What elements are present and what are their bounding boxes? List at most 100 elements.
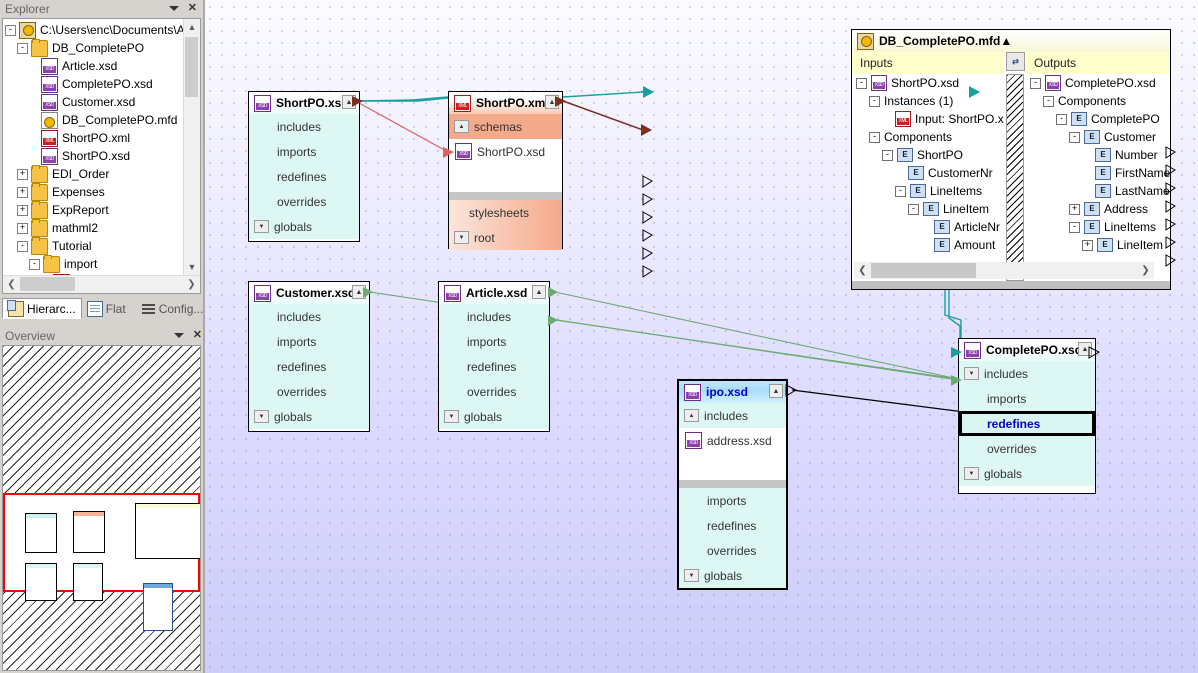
scrollbar-track[interactable] xyxy=(20,276,183,293)
mfd-tree-item[interactable]: - ShortPO.xsd xyxy=(852,74,1004,92)
row-root[interactable]: ▼ root xyxy=(449,225,562,250)
tree-expander[interactable]: - xyxy=(17,42,28,54)
row-redefines-drop-target[interactable]: redefines xyxy=(959,411,1095,436)
overview-panel[interactable] xyxy=(2,345,201,671)
tree-item[interactable]: - Tutorial xyxy=(5,236,184,255)
tree-expander[interactable]: - xyxy=(869,131,880,143)
mfd-tree-item[interactable]: E Amount xyxy=(852,236,1004,254)
expander-down-icon[interactable]: ▼ xyxy=(964,367,979,380)
tree-expander[interactable]: - xyxy=(5,24,16,36)
mfd-tree-item[interactable]: - Components xyxy=(852,128,1004,146)
mfd-tree-item[interactable]: + E LineItem xyxy=(1026,236,1170,254)
mfd-tree-item[interactable]: - E CompletePO xyxy=(1026,110,1170,128)
expander-down-icon[interactable]: ▼ xyxy=(684,569,699,582)
scrollbar-thumb[interactable] xyxy=(185,37,198,97)
tree-item[interactable]: - C:\Users\enc\Documents\Alto xyxy=(5,21,184,39)
mfd-tree-item[interactable]: + E Address xyxy=(1026,200,1170,218)
expander-down-icon[interactable]: ▼ xyxy=(444,410,459,423)
scrollbar-track[interactable] xyxy=(871,262,1137,279)
tree-expander[interactable]: + xyxy=(1069,203,1080,215)
mfd-tree-item[interactable]: E ArticleNr xyxy=(852,218,1004,236)
row-redefines[interactable]: redefines xyxy=(679,513,786,538)
explorer-vertical-scrollbar[interactable]: ▲ ▼ xyxy=(183,19,200,275)
expander-down-icon[interactable]: ▼ xyxy=(964,467,979,480)
component-customer-xsd[interactable]: Customer.xsd ▲ includes imports redefine… xyxy=(248,281,370,432)
tree-expander[interactable]: - xyxy=(869,95,880,107)
expander-up-icon[interactable]: ▲ xyxy=(684,409,699,422)
collapse-up-icon[interactable]: ▲ xyxy=(1078,342,1092,356)
tree-item[interactable]: - import xyxy=(5,254,184,273)
mfd-tree-item[interactable]: - E ShortPO xyxy=(852,146,1004,164)
row-overrides[interactable]: overrides xyxy=(679,538,786,563)
tree-expander[interactable]: - xyxy=(29,258,40,270)
expander-up-icon[interactable]: ▲ xyxy=(454,120,469,133)
row-includes[interactable]: includes xyxy=(249,114,359,139)
overview-viewport-rect[interactable] xyxy=(3,493,200,631)
row-imports[interactable]: imports xyxy=(959,386,1095,411)
chevron-left-icon[interactable]: ❮ xyxy=(3,279,20,290)
row-schema-child[interactable]: ShortPO.xsd xyxy=(449,139,562,164)
explorer-tabs[interactable]: Hierarc... Flat Config... xyxy=(2,297,203,319)
close-icon[interactable]: ✕ xyxy=(188,3,197,14)
expander-down-icon[interactable]: ▼ xyxy=(254,220,269,233)
tree-expander[interactable]: - xyxy=(17,240,28,252)
component-completepo-xsd[interactable]: CompletePO.xsd ▲ ▼ includes imports rede… xyxy=(958,338,1096,494)
mfd-tree-item[interactable]: - E LineItem xyxy=(852,200,1004,218)
tree-item[interactable]: + EDI_Order xyxy=(5,164,184,183)
mfd-horizontal-scrollbar[interactable]: ❮ ❯ xyxy=(854,262,1154,279)
scrollbar-thumb[interactable] xyxy=(20,277,75,291)
row-includes[interactable]: includes xyxy=(249,304,369,329)
mfd-tree-item[interactable]: E Number xyxy=(1026,146,1170,164)
mfd-titlebar[interactable]: DB_CompletePO.mfd ▲ xyxy=(852,30,1170,52)
row-overrides[interactable]: overrides xyxy=(959,436,1095,461)
outputs-tree[interactable]: -CompletePO.xsd-Components-ECompletePO-E… xyxy=(1026,74,1170,281)
row-redefines[interactable]: redefines xyxy=(249,164,359,189)
mfd-tree-item[interactable]: - E LineItems xyxy=(1026,218,1170,236)
collapse-up-icon[interactable]: ▲ xyxy=(532,285,546,299)
row-imports[interactable]: imports xyxy=(439,329,549,354)
row-schemas[interactable]: ▲ schemas xyxy=(449,114,562,139)
tree-item[interactable]: ShortPO.xml xyxy=(5,129,184,147)
row-redefines[interactable]: redefines xyxy=(439,354,549,379)
mfd-tree-item[interactable]: - Components xyxy=(1026,92,1170,110)
row-stylesheets[interactable]: stylesheets xyxy=(449,200,562,225)
splitter-toggle-icon[interactable]: ⇄ xyxy=(1006,52,1025,71)
collapse-up-icon[interactable]: ▲ xyxy=(342,95,356,109)
row-globals[interactable]: ▼ globals xyxy=(439,404,549,429)
scrollbar-thumb[interactable] xyxy=(871,263,976,278)
collapse-up-icon[interactable]: ▲ xyxy=(769,384,783,398)
row-includes[interactable]: ▼ includes xyxy=(959,361,1095,386)
tree-item[interactable]: CompletePO.xsd xyxy=(5,75,184,93)
chevron-right-icon[interactable]: ❯ xyxy=(1137,265,1154,276)
tree-item[interactable]: Article.xsd xyxy=(5,57,184,75)
tree-expander[interactable]: - xyxy=(908,203,919,215)
row-globals[interactable]: ▼ globals xyxy=(679,563,786,588)
row-includes[interactable]: ▲ includes xyxy=(679,403,786,428)
tree-item[interactable]: Customer.xsd xyxy=(5,93,184,111)
tree-expander[interactable]: - xyxy=(1043,95,1054,107)
expander-down-icon[interactable]: ▼ xyxy=(254,410,269,423)
tree-item[interactable]: ShortPO.xsd xyxy=(5,147,184,165)
component-article-xsd[interactable]: Article.xsd ▲ includes imports redefines… xyxy=(438,281,550,432)
component-header[interactable]: Article.xsd ▲ xyxy=(439,282,549,304)
row-globals[interactable]: ▼ globals xyxy=(249,214,359,239)
component-header[interactable]: ShortPO.xsd ▲ xyxy=(249,92,359,114)
mfd-tree-item[interactable]: Input: ShortPO.xm xyxy=(852,110,1004,128)
component-ipo-xsd[interactable]: ipo.xsd ▲ ▲ includes address.xsd imports… xyxy=(677,379,788,590)
component-shortpo-xml[interactable]: ShortPO.xml ▲ ▲ schemas ShortPO.xsd styl… xyxy=(448,91,563,250)
tree-expander[interactable]: - xyxy=(895,185,906,197)
collapse-up-icon[interactable]: ▲ xyxy=(545,95,559,109)
tree-item[interactable]: + Expenses xyxy=(5,182,184,201)
tree-item[interactable]: + ExpReport xyxy=(5,200,184,219)
row-include-child[interactable]: address.xsd xyxy=(679,428,786,453)
row-overrides[interactable]: overrides xyxy=(249,189,359,214)
component-header[interactable]: ShortPO.xml ▲ xyxy=(449,92,562,114)
mfd-tree-item[interactable]: - CompletePO.xsd xyxy=(1026,74,1170,92)
close-icon[interactable]: ✕ xyxy=(193,330,202,341)
collapse-up-icon[interactable]: ▲ xyxy=(1000,34,1012,48)
tree-expander[interactable]: - xyxy=(882,149,893,161)
row-redefines[interactable]: redefines xyxy=(249,354,369,379)
row-includes[interactable]: includes xyxy=(439,304,549,329)
tree-expander[interactable]: - xyxy=(856,77,867,89)
row-imports[interactable]: imports xyxy=(249,139,359,164)
